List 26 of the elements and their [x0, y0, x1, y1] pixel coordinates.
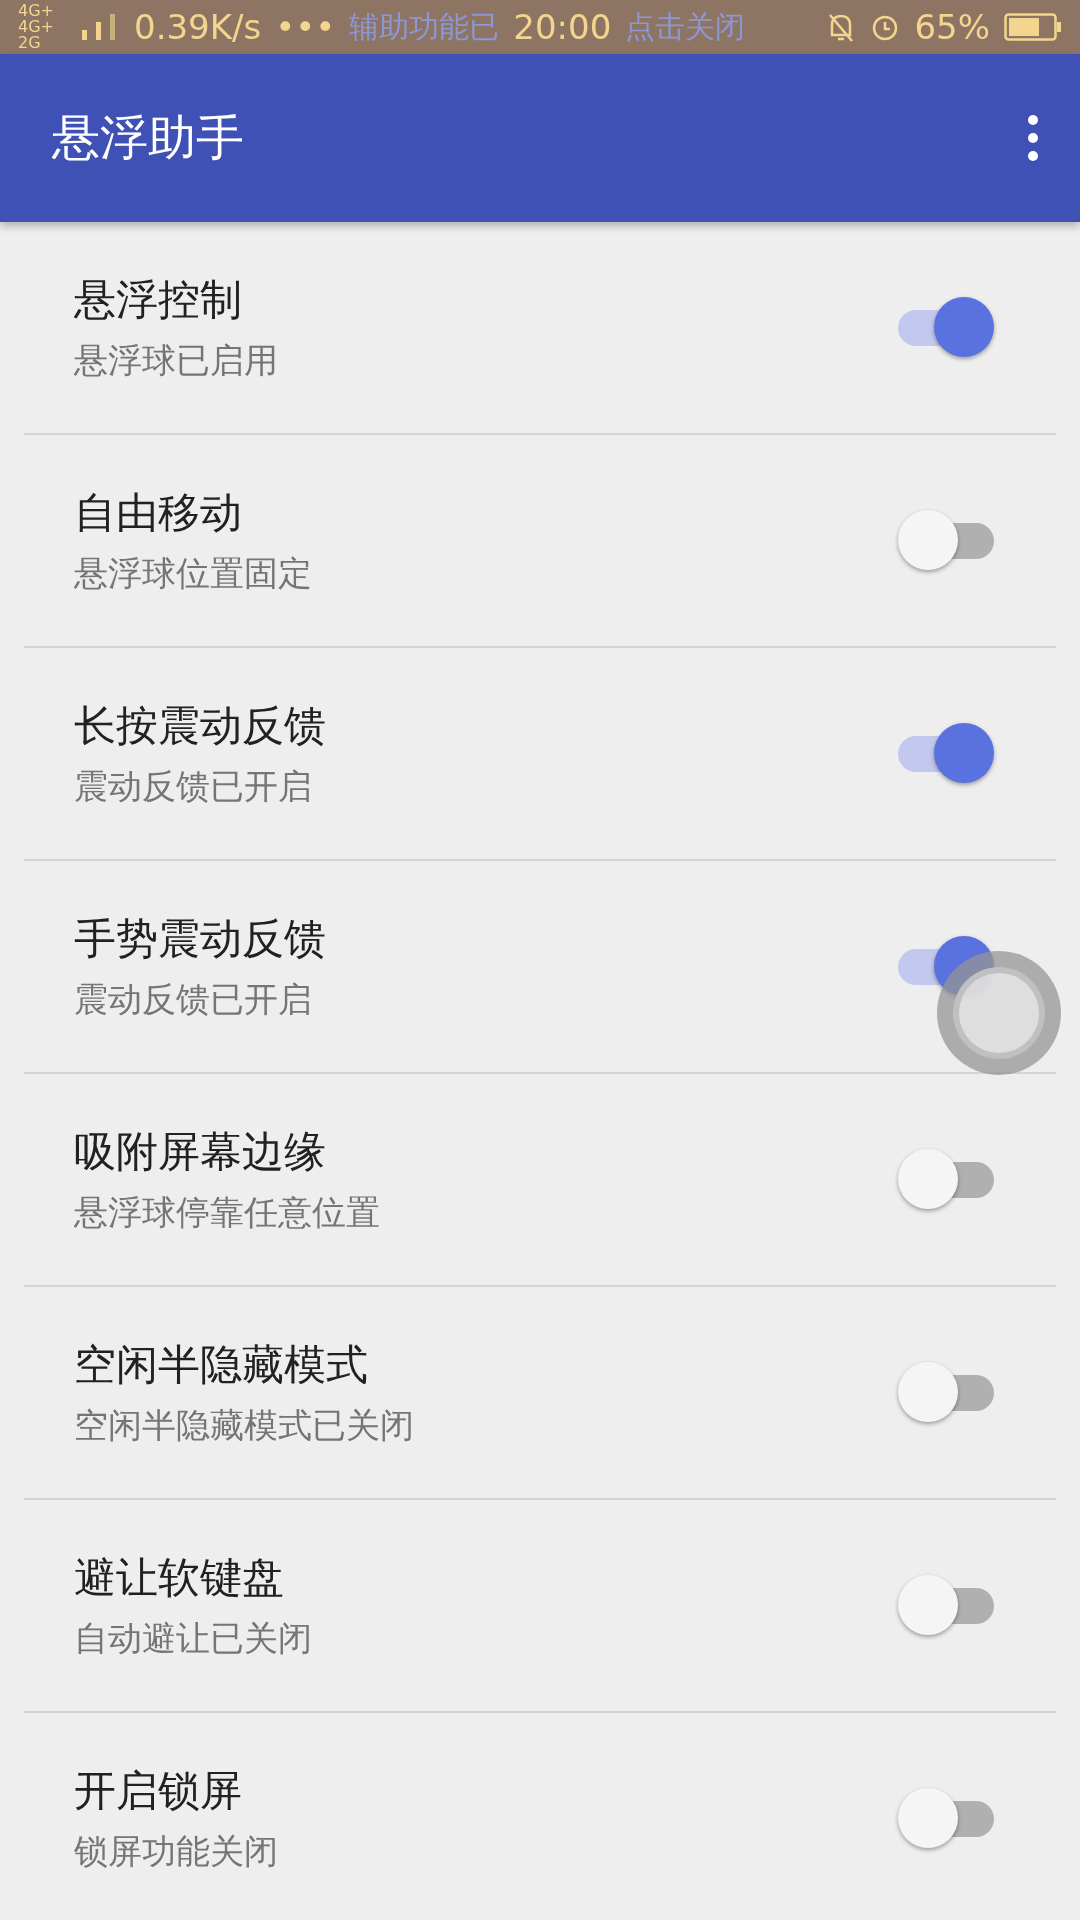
setting-title: 避让软键盘	[74, 1551, 285, 1604]
notification-text: 辅助功能已	[349, 7, 500, 46]
setting-subtitle: 空闲半隐藏模式已关闭	[74, 1403, 415, 1447]
app-title: 悬浮助手	[52, 108, 245, 167]
setting-subtitle: 锁屏功能关闭	[74, 1829, 279, 1873]
setting-title: 吸附屏幕边缘	[74, 1125, 327, 1178]
setting-title: 长按震动反馈	[74, 699, 327, 752]
setting-title: 手势震动反馈	[74, 912, 327, 965]
network-speed: 0.39K/s	[134, 7, 262, 47]
clock: 20:00	[513, 7, 612, 47]
setting-title: 悬浮控制	[74, 273, 243, 326]
setting-title: 自由移动	[74, 486, 243, 539]
setting-subtitle: 震动反馈已开启	[74, 977, 313, 1021]
setting-subtitle: 悬浮球位置固定	[74, 551, 313, 595]
setting-subtitle: 自动避让已关闭	[74, 1616, 313, 1660]
setting-title: 开启锁屏	[74, 1764, 243, 1817]
battery-percent: 65%	[914, 7, 990, 47]
setting-subtitle: 震动反馈已开启	[74, 764, 313, 808]
setting-subtitle: 悬浮球已启用	[74, 338, 279, 382]
more-notifications: •••	[275, 7, 336, 47]
more-options-icon[interactable]	[1026, 114, 1040, 162]
setting-title: 空闲半隐藏模式	[74, 1338, 369, 1391]
battery-icon	[1004, 13, 1062, 41]
notification-action[interactable]: 点击关闭	[625, 6, 746, 48]
setting-subtitle: 悬浮球停靠任意位置	[74, 1190, 381, 1234]
network-type: 4G+ 4G+ 2G	[18, 3, 55, 51]
